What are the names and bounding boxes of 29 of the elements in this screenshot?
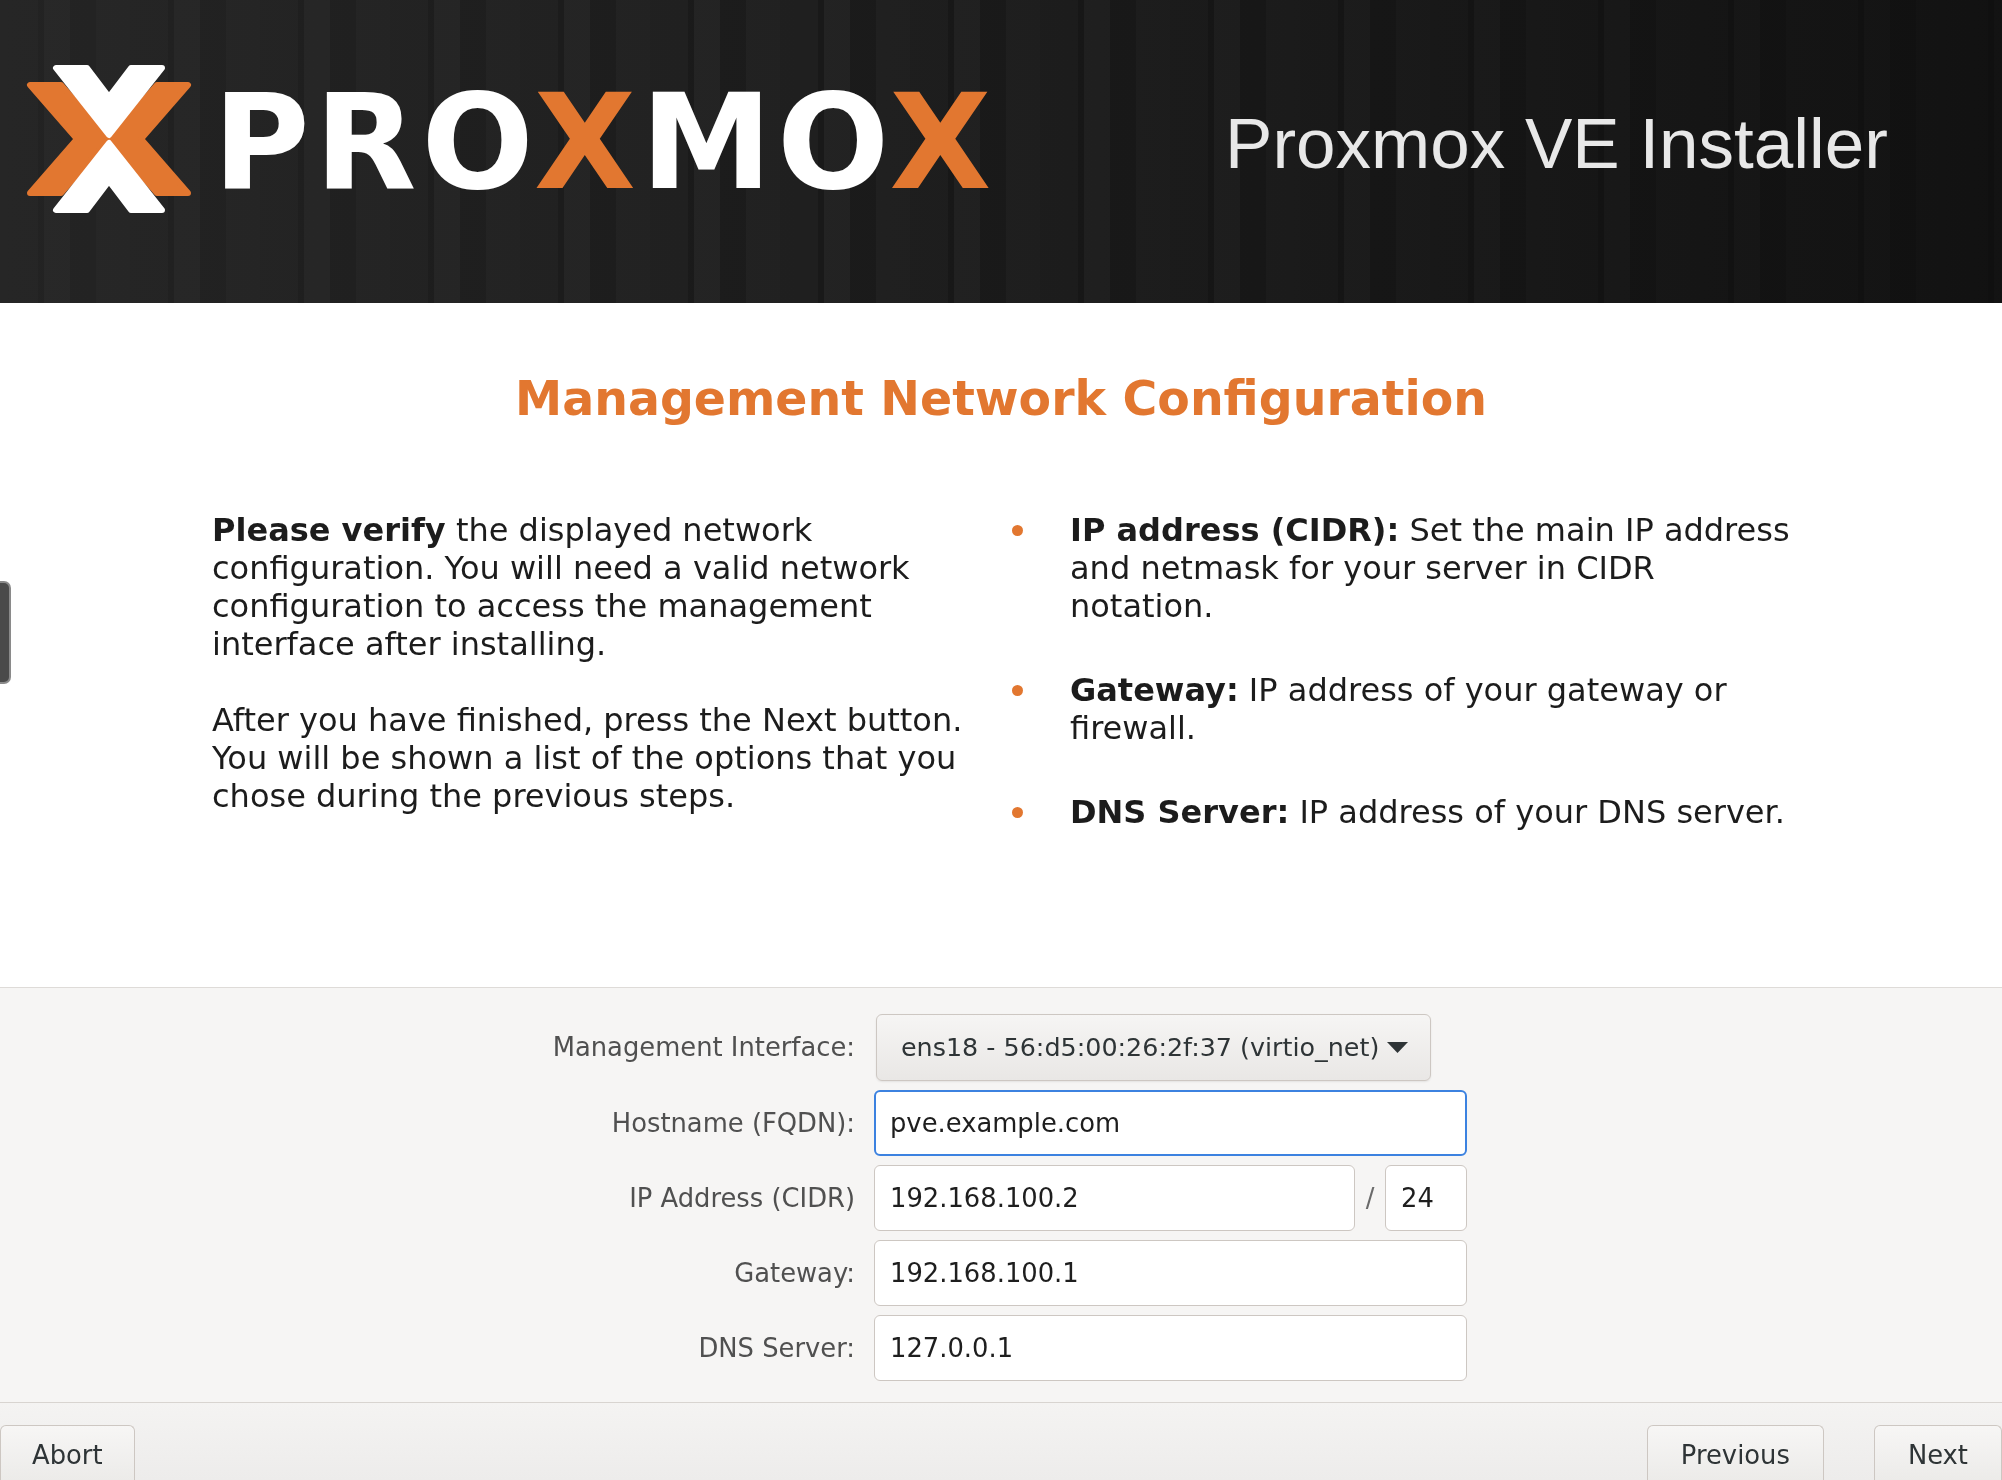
- bullet-icon: [1012, 806, 1023, 818]
- prefix-field[interactable]: 24: [1385, 1165, 1467, 1231]
- field-label: DNS Server:: [698, 1331, 855, 1365]
- field-label: Management Interface:: [552, 1031, 855, 1065]
- side-panel-handle[interactable]: [0, 581, 11, 684]
- hint-text: Gateway: IP address of your gateway or firewall.: [1070, 671, 1728, 747]
- slash-separator: /: [1364, 1181, 1376, 1215]
- input-field[interactable]: 127.0.0.1: [874, 1315, 1467, 1381]
- logo-icon: [25, 64, 193, 214]
- hint-text: IP address (CIDR): Set the main IP address and netmask for your server in CIDR notation.: [1070, 511, 1791, 625]
- interface-dropdown[interactable]: ens18 - 56:d5:00:26:2f:37 (virtio_net): [876, 1014, 1432, 1081]
- hint-text: DNS Server: IP address of your DNS server.: [1070, 793, 1786, 831]
- installer-title: Proxmox VE Installer: [1225, 105, 1888, 183]
- dialog-button[interactable]: Previous: [1646, 1425, 1824, 1480]
- field-label: Gateway:: [734, 1256, 855, 1290]
- input-field[interactable]: pve.example.com: [874, 1090, 1467, 1156]
- intro-paragraph: Please verify the displayed network configuration. You will need a valid network configuration to access the management interface after installing.: [212, 511, 911, 663]
- dialog-button[interactable]: Abort: [0, 1425, 135, 1480]
- bullet-icon: [1012, 684, 1023, 696]
- caret-icon: [1387, 1042, 1409, 1053]
- page-heading: Management Network Configuration: [514, 370, 1488, 427]
- dialog-button[interactable]: Next: [1873, 1425, 2002, 1480]
- input-field[interactable]: 192.168.100.2: [874, 1165, 1355, 1231]
- field-label: Hostname (FQDN):: [611, 1106, 855, 1140]
- logo-wordmark: PROXMOX: [213, 76, 997, 208]
- field-label: IP Address (CIDR): [629, 1181, 855, 1215]
- bullet-icon: [1012, 524, 1023, 536]
- intro-paragraph: After you have finished, press the Next button. You will be shown a list of the options that you chose during the previous steps.: [212, 701, 964, 815]
- input-field[interactable]: 192.168.100.1: [874, 1240, 1467, 1306]
